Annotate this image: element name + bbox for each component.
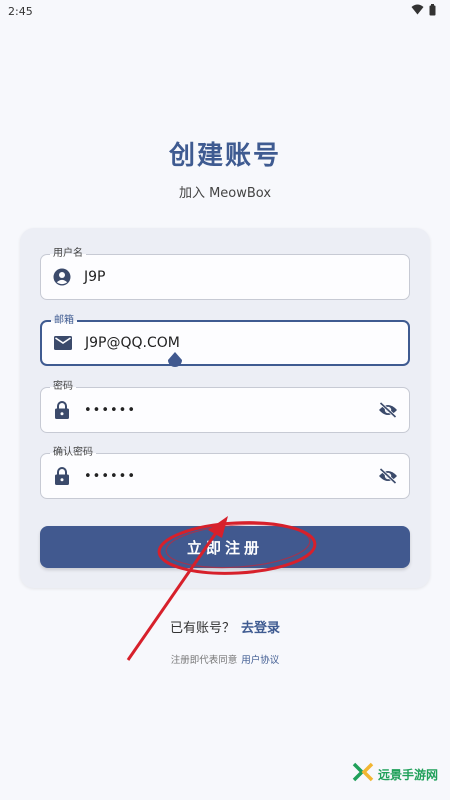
wifi-icon: [411, 4, 424, 18]
status-bar: 2:45: [0, 0, 450, 22]
password-field[interactable]: 密码 ••••••: [40, 380, 410, 433]
mail-icon: [53, 333, 73, 353]
login-link[interactable]: 去登录: [241, 621, 280, 636]
watermark-logo-icon: [352, 762, 374, 786]
agreement-prompt: 注册即代表同意 用户协议: [0, 652, 450, 666]
text-cursor-handle[interactable]: [167, 352, 183, 370]
register-card: 用户名 J9P 邮箱 J9P@QQ.COM 密码 •••••• 确认密码 •••…: [20, 228, 430, 588]
username-field[interactable]: 用户名 J9P: [40, 247, 410, 300]
eye-off-icon[interactable]: [377, 399, 399, 421]
watermark-text: 远景手游网: [377, 767, 438, 782]
agree-text: 注册即代表同意: [170, 655, 238, 666]
register-button[interactable]: 立即注册: [40, 526, 410, 568]
login-prompt: 已有账号？ 去登录: [0, 617, 450, 636]
lock-icon: [52, 466, 72, 486]
battery-icon: [429, 3, 436, 19]
user-agreement-link[interactable]: 用户协议: [241, 655, 279, 666]
status-time: 2:45: [8, 4, 33, 18]
email-label: 邮箱: [51, 314, 77, 328]
password-label: 密码: [50, 380, 76, 394]
password-value: ••••••: [84, 402, 137, 418]
watermark: 远景手游网: [352, 762, 438, 786]
username-value: J9P: [84, 269, 106, 285]
page-subtitle: 加入 MeowBox: [178, 186, 272, 201]
username-label: 用户名: [50, 247, 86, 261]
email-field[interactable]: 邮箱 J9P@QQ.COM: [40, 314, 410, 367]
page-title: 创建账号: [168, 141, 281, 171]
confirm-password-value: ••••••: [84, 468, 137, 484]
confirm-password-label: 确认密码: [50, 446, 96, 460]
confirm-password-field[interactable]: 确认密码 ••••••: [40, 446, 410, 499]
account-icon: [52, 267, 72, 287]
have-account-text: 已有账号？: [169, 621, 235, 636]
eye-off-icon[interactable]: [377, 465, 399, 487]
email-value: J9P@QQ.COM: [85, 335, 180, 351]
lock-icon: [52, 400, 72, 420]
